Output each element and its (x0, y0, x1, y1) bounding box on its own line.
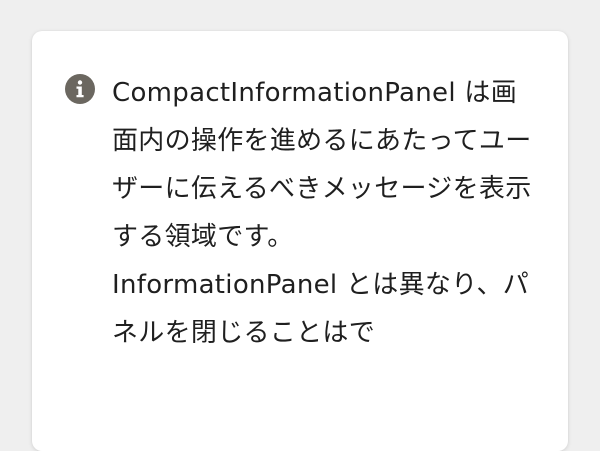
info-icon (65, 74, 95, 104)
compact-information-panel: CompactInformationPanel は画面内の操作を進めるにあたって… (32, 31, 568, 451)
panel-message-paragraph-1: CompactInformationPanel は画面内の操作を進めるにあたって… (112, 78, 532, 252)
panel-message-paragraph-2: InformationPanel とは異なり、パネルを閉じることはで (112, 270, 530, 348)
panel-message: CompactInformationPanel は画面内の操作を進めるにあたって… (112, 69, 536, 357)
